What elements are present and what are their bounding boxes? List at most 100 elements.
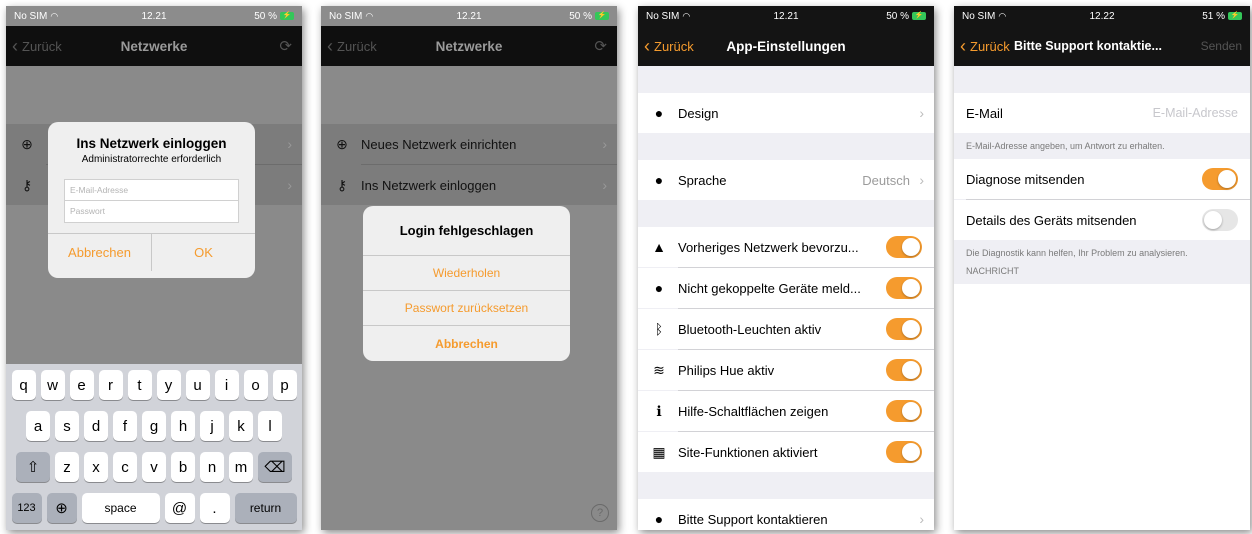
email-row: E-Mail E-Mail-Adresse bbox=[954, 93, 1250, 133]
key-o[interactable]: o bbox=[243, 370, 268, 400]
plus-circle-icon: ⊕ bbox=[21, 135, 33, 152]
wifi-icon: ≋ bbox=[653, 361, 665, 378]
key-j[interactable]: j bbox=[200, 411, 224, 441]
key-n[interactable]: n bbox=[200, 452, 224, 482]
speech-bubble-icon: ● bbox=[654, 511, 664, 527]
settings-label: Site-Funktionen aktiviert bbox=[678, 444, 818, 460]
globe-icon[interactable]: ⊕ bbox=[46, 493, 77, 523]
settings-toggle[interactable] bbox=[886, 400, 922, 422]
key-y[interactable]: y bbox=[156, 370, 181, 400]
plus-circle-icon: ⊕ bbox=[336, 135, 348, 152]
key-v[interactable]: v bbox=[142, 452, 166, 482]
list-item-login-network[interactable]: ⚷ Ins Netzwerk einloggen › bbox=[321, 165, 617, 205]
key-m[interactable]: m bbox=[229, 452, 253, 482]
back-button[interactable]: ‹ Zurück bbox=[960, 37, 1010, 55]
refresh-icon[interactable]: ⟳ bbox=[279, 37, 292, 55]
details-row: Details des Geräts mitsenden bbox=[954, 200, 1250, 240]
battery-icon: ⚡ bbox=[595, 12, 609, 20]
retry-button[interactable]: Wiederholen bbox=[363, 256, 570, 291]
page-title: Bitte Support kontaktie... bbox=[1014, 39, 1162, 53]
key-f[interactable]: f bbox=[113, 411, 137, 441]
key-l[interactable]: l bbox=[258, 411, 282, 441]
key-g[interactable]: g bbox=[142, 411, 166, 441]
settings-toggle[interactable] bbox=[886, 359, 922, 381]
chevron-right-icon: › bbox=[919, 105, 924, 121]
palette-icon: ● bbox=[654, 105, 664, 121]
key-z[interactable]: z bbox=[55, 452, 79, 482]
details-toggle[interactable] bbox=[1202, 209, 1238, 231]
speech-bubble-icon: ● bbox=[654, 280, 664, 296]
settings-label: Vorheriges Netzwerk bevorzu... bbox=[678, 239, 859, 255]
refresh-icon[interactable]: ⟳ bbox=[594, 37, 607, 55]
ok-button[interactable]: OK bbox=[151, 234, 255, 271]
send-button[interactable]: Senden bbox=[1201, 39, 1242, 53]
key-e[interactable]: e bbox=[69, 370, 94, 400]
settings-toggle[interactable] bbox=[886, 318, 922, 340]
space-key[interactable]: space bbox=[81, 493, 160, 523]
key-p[interactable]: p bbox=[272, 370, 297, 400]
password-field[interactable]: Passwort bbox=[64, 201, 239, 223]
diagnose-label: Diagnose mitsenden bbox=[966, 171, 1085, 187]
key-r[interactable]: r bbox=[98, 370, 123, 400]
settings-label: Sprache bbox=[678, 172, 727, 188]
list-item-new-network[interactable]: ⊕ Neues Netzwerk einrichten › bbox=[321, 124, 617, 164]
key-t[interactable]: t bbox=[127, 370, 152, 400]
key-h[interactable]: h bbox=[171, 411, 195, 441]
settings-toggle-row: ● Nicht gekoppelte Geräte meld... bbox=[638, 268, 934, 308]
status-bar: No SIM ◠ 12.21 50 % ⚡ bbox=[638, 6, 934, 26]
shift-key[interactable]: ⇧ bbox=[16, 452, 50, 482]
keyboard: qwertyuiop asdfghjkl ⇧ zxcvbnm ⌫ 123 ⊕ s… bbox=[6, 364, 302, 530]
key-d[interactable]: d bbox=[84, 411, 108, 441]
key-w[interactable]: w bbox=[40, 370, 65, 400]
diagnose-toggle[interactable] bbox=[1202, 168, 1238, 190]
email-input[interactable]: E-Mail-Adresse bbox=[1153, 106, 1238, 120]
screen-app-settings: No SIM ◠ 12.21 50 % ⚡ ‹ Zurück App-Einstell… bbox=[638, 6, 934, 530]
login-alert: Ins Netzwerk einloggen Administratorrech… bbox=[48, 122, 255, 278]
status-bar: No SIM ◠ 12.21 50 % ⚡ bbox=[321, 6, 617, 26]
settings-toggle[interactable] bbox=[886, 441, 922, 463]
numbers-key[interactable]: 123 bbox=[11, 493, 42, 523]
status-bar: No SIM ◠ 12.22 51 % ⚡ bbox=[954, 6, 1250, 26]
settings-toggle[interactable] bbox=[886, 277, 922, 299]
settings-design[interactable]: ● Design › bbox=[638, 93, 934, 133]
help-icon[interactable]: ? bbox=[591, 504, 609, 522]
chevron-left-icon: ‹ bbox=[960, 36, 966, 56]
key-s[interactable]: s bbox=[55, 411, 79, 441]
chevron-right-icon: › bbox=[287, 136, 292, 152]
key-i[interactable]: i bbox=[214, 370, 239, 400]
settings-label: Design bbox=[678, 105, 719, 121]
settings-toggle-row: ▲ Vorheriges Netzwerk bevorzu... bbox=[638, 227, 934, 267]
speech-bubble-icon: ● bbox=[654, 172, 664, 188]
key-q[interactable]: q bbox=[11, 370, 36, 400]
key-c[interactable]: c bbox=[113, 452, 137, 482]
nav-bar: ‹ Zurück Netzwerke ⟳ bbox=[6, 26, 302, 66]
language-value: Deutsch bbox=[862, 172, 910, 188]
details-label: Details des Geräts mitsenden bbox=[966, 212, 1137, 228]
page-title: App-Einstellungen bbox=[726, 38, 846, 54]
reset-password-button[interactable]: Passwort zurücksetzen bbox=[363, 291, 570, 326]
settings-toggle-row: ≋ Philips Hue aktiv bbox=[638, 350, 934, 390]
settings-toggle-row: ℹ Hilfe-Schaltflächen zeigen bbox=[638, 391, 934, 431]
at-key[interactable]: @ bbox=[164, 493, 195, 523]
message-textarea[interactable] bbox=[954, 284, 1250, 530]
cancel-button[interactable]: Abbrechen bbox=[48, 234, 151, 271]
delete-key[interactable]: ⌫ bbox=[258, 452, 292, 482]
key-u[interactable]: u bbox=[185, 370, 210, 400]
key-x[interactable]: x bbox=[84, 452, 108, 482]
nav-bar: ‹ Zurück Netzwerke ⟳ bbox=[321, 26, 617, 66]
settings-toggle-row: ▦ Site-Funktionen aktiviert bbox=[638, 432, 934, 472]
settings-toggle[interactable] bbox=[886, 236, 922, 258]
screen-network-login: No SIM ◠ 12.21 50 % ⚡ ‹ Zurück Netzwerke ⟳ … bbox=[6, 6, 302, 530]
settings-label: Philips Hue aktiv bbox=[678, 362, 775, 378]
cancel-button[interactable]: Abbrechen bbox=[363, 326, 570, 361]
return-key[interactable]: return bbox=[234, 493, 297, 523]
key-k[interactable]: k bbox=[229, 411, 253, 441]
settings-contact-support[interactable]: ● Bitte Support kontaktieren › bbox=[638, 499, 934, 530]
settings-language[interactable]: ● Sprache Deutsch › bbox=[638, 160, 934, 200]
list-item-label: Ins Netzwerk einloggen bbox=[361, 177, 497, 193]
email-field[interactable]: E-Mail-Adresse bbox=[64, 179, 239, 201]
dot-key[interactable]: . bbox=[199, 493, 230, 523]
key-b[interactable]: b bbox=[171, 452, 195, 482]
battery-icon: ⚡ bbox=[912, 12, 926, 20]
key-a[interactable]: a bbox=[26, 411, 50, 441]
